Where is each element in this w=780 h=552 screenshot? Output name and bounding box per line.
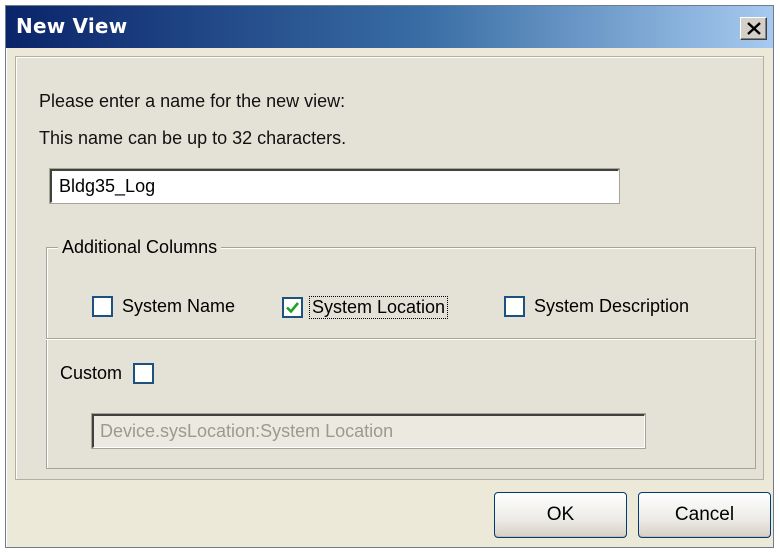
system-name-option[interactable]: System Name — [92, 296, 235, 317]
view-name-input[interactable] — [49, 168, 620, 204]
close-button[interactable] — [740, 17, 767, 40]
custom-column-input — [91, 413, 646, 449]
cancel-button[interactable]: Cancel — [638, 492, 771, 538]
instruction-text: Please enter a name for the new view: — [39, 91, 346, 111]
custom-option[interactable]: Custom — [60, 363, 155, 384]
group-divider — [46, 338, 756, 340]
new-view-dialog: New View Please enter a name for the new… — [5, 5, 774, 548]
custom-checkbox[interactable] — [133, 363, 155, 384]
system-location-option[interactable]: System Location — [282, 296, 449, 319]
title-bar[interactable]: New View — [6, 6, 773, 48]
system-name-checkbox[interactable] — [92, 296, 113, 317]
system-description-option[interactable]: System Description — [504, 296, 689, 317]
ok-button[interactable]: OK — [494, 492, 627, 538]
dialog-body: Please enter a name for the new view: Th… — [15, 56, 764, 480]
checkmark-icon — [286, 302, 300, 314]
system-description-checkbox[interactable] — [504, 296, 525, 317]
system-name-label: System Name — [122, 296, 236, 316]
system-location-label: System Location — [309, 296, 449, 319]
dialog-title: New View — [16, 14, 128, 38]
close-icon — [747, 22, 761, 35]
custom-label: Custom — [60, 363, 123, 383]
system-location-checkbox[interactable] — [282, 297, 303, 318]
additional-columns-legend: Additional Columns — [58, 237, 222, 258]
length-hint-text: This name can be up to 32 characters. — [39, 128, 347, 148]
system-description-label: System Description — [534, 296, 690, 316]
